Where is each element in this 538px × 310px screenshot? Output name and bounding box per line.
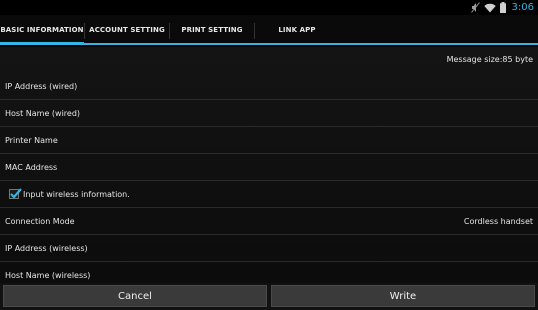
- wireless-info-checkbox[interactable]: [9, 188, 22, 199]
- wifi-icon: [483, 3, 496, 13]
- mac-address-label: MAC Address: [5, 162, 58, 172]
- checkmark-icon: [10, 188, 22, 199]
- status-clock: 3:06: [511, 2, 534, 13]
- tab-basic-information[interactable]: BASIC INFORMATION: [0, 15, 84, 45]
- connection-mode-value: Cordless handset: [463, 216, 533, 226]
- write-button[interactable]: Write: [271, 285, 535, 307]
- tab-account-setting[interactable]: ACCOUNT SETTING: [85, 15, 169, 45]
- mac-address-row[interactable]: MAC Address: [0, 154, 538, 181]
- tab-link-app[interactable]: LINK APP: [255, 15, 339, 45]
- battery-icon: [499, 2, 506, 13]
- ip-address-wired-label: IP Address (wired): [5, 81, 78, 91]
- host-name-wireless-label: Host Name (wireless): [5, 270, 91, 280]
- status-bar: 3:06: [0, 0, 538, 15]
- tab-underline: [0, 43, 538, 45]
- wireless-info-row[interactable]: Input wireless information.: [0, 181, 538, 208]
- wireless-info-label: Input wireless information.: [23, 189, 130, 199]
- cancel-button[interactable]: Cancel: [3, 285, 267, 307]
- ip-address-wireless-label: IP Address (wireless): [5, 243, 88, 253]
- mute-icon: [470, 2, 480, 13]
- status-icons: 3:06: [470, 0, 534, 15]
- connection-mode-label: Connection Mode: [5, 216, 75, 226]
- tab-bar: BASIC INFORMATION ACCOUNT SETTING PRINT …: [0, 15, 538, 45]
- connection-mode-row[interactable]: Connection Mode Cordless handset: [0, 208, 538, 235]
- host-name-wired-row[interactable]: Host Name (wired): [0, 100, 538, 127]
- button-bar: Cancel Write: [0, 283, 538, 310]
- printer-name-row[interactable]: Printer Name: [0, 127, 538, 154]
- host-name-wireless-row[interactable]: Host Name (wireless): [0, 262, 538, 283]
- ip-address-wireless-row[interactable]: IP Address (wireless): [0, 235, 538, 262]
- basic-information-panel[interactable]: Message size:85 byte IP Address (wired) …: [0, 47, 538, 283]
- tab-print-setting[interactable]: PRINT SETTING: [170, 15, 254, 45]
- message-size-label: Message size:85 byte: [446, 55, 533, 64]
- ip-address-wired-row[interactable]: IP Address (wired): [0, 73, 538, 100]
- printer-name-label: Printer Name: [5, 135, 58, 145]
- host-name-wired-label: Host Name (wired): [5, 108, 81, 118]
